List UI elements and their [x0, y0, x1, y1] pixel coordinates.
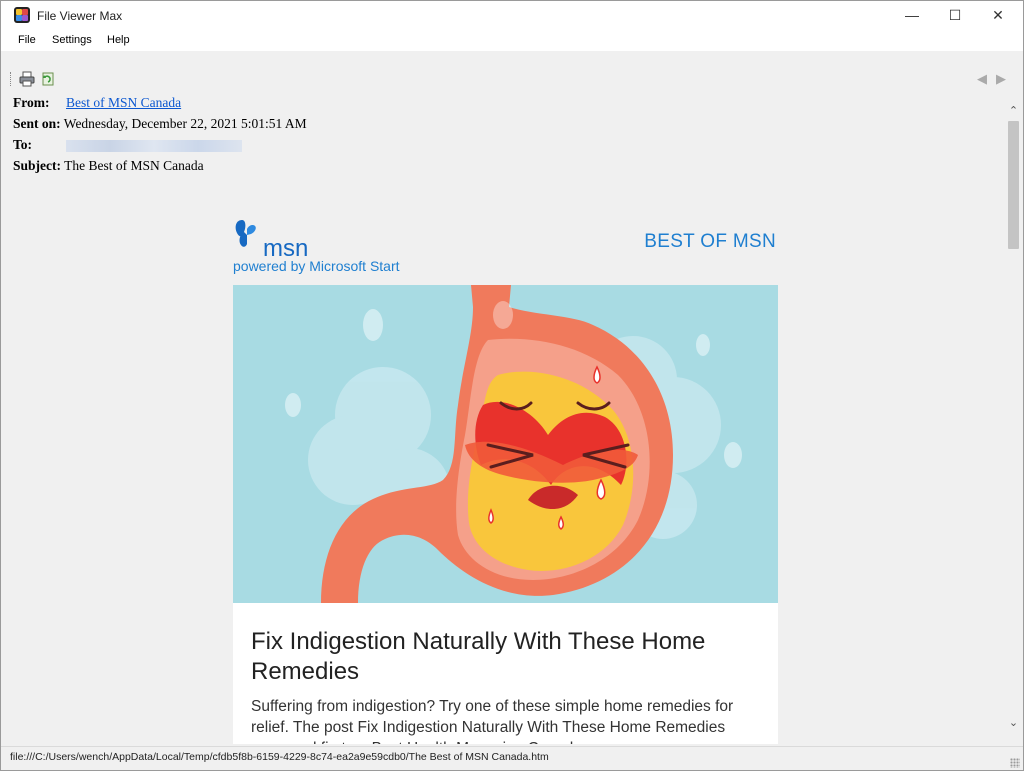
status-file-path: file:///C:/Users/wench/AppData/Local/Tem… [10, 751, 549, 763]
stomach-illustration [233, 285, 778, 603]
printer-icon[interactable] [19, 71, 35, 87]
sent-label: Sent on: [13, 116, 61, 131]
article-hero-image[interactable] [233, 285, 778, 603]
toolbar: ◀ ▶ [1, 67, 1023, 91]
redacted-recipient [66, 139, 242, 152]
minimize-button[interactable]: — [889, 1, 935, 31]
maximize-button[interactable]: ☐ [932, 1, 978, 31]
menu-file[interactable]: File [18, 34, 36, 46]
vertical-scrollbar[interactable]: ⌃ ⌄ [1004, 91, 1023, 744]
subject-label: Subject: [13, 158, 61, 173]
butterfly-icon [235, 220, 256, 247]
toolbar-grip[interactable] [10, 72, 13, 86]
scroll-up-icon[interactable]: ⌃ [1007, 105, 1020, 117]
window-title: File Viewer Max [37, 9, 123, 23]
article-summary: Suffering from indigestion? Try one of t… [251, 698, 734, 744]
close-button[interactable]: ✕ [975, 1, 1021, 31]
sent-row: Sent on: Wednesday, December 22, 2021 5:… [13, 116, 307, 132]
app-window: File Viewer Max — ☐ ✕ File Settings Help… [0, 0, 1024, 771]
sent-value: Wednesday, December 22, 2021 5:01:51 AM [63, 116, 307, 131]
message-viewer: From: Best of MSN Canada Sent on: Wednesd… [9, 91, 999, 744]
subject-row: Subject: The Best of MSN Canada [13, 158, 204, 174]
from-link[interactable]: Best of MSN Canada [66, 95, 181, 110]
msn-logo[interactable]: msn [233, 217, 323, 262]
email-body: msn powered by Microsoft Start BEST OF M… [233, 201, 778, 744]
resize-grip-icon[interactable] [1010, 758, 1020, 768]
menu-help[interactable]: Help [107, 34, 130, 46]
scroll-thumb[interactable] [1008, 121, 1019, 249]
title-bar[interactable]: File Viewer Max — ☐ ✕ [1, 1, 1023, 31]
forward-arrow-icon[interactable]: ▶ [996, 72, 1010, 86]
subject-value: The Best of MSN Canada [64, 158, 204, 173]
powered-by-text[interactable]: powered by Microsoft Start [233, 258, 400, 274]
refresh-icon[interactable] [40, 71, 56, 87]
article-card[interactable]: Fix Indigestion Naturally With These Hom… [233, 603, 778, 744]
menu-settings[interactable]: Settings [52, 34, 92, 46]
from-row: From: Best of MSN Canada [13, 95, 181, 111]
to-label: To: [13, 137, 33, 152]
app-icon [14, 7, 30, 23]
back-arrow-icon[interactable]: ◀ [977, 72, 991, 86]
status-bar: file:///C:/Users/wench/AppData/Local/Tem… [1, 746, 1023, 770]
menu-bar: File Settings Help [1, 31, 1023, 51]
from-label: From: [13, 95, 50, 110]
section-title: BEST OF MSN [644, 231, 776, 252]
scroll-down-icon[interactable]: ⌄ [1007, 717, 1020, 729]
to-row: To: [13, 137, 242, 153]
article-title[interactable]: Fix Indigestion Naturally With These Hom… [251, 627, 761, 687]
